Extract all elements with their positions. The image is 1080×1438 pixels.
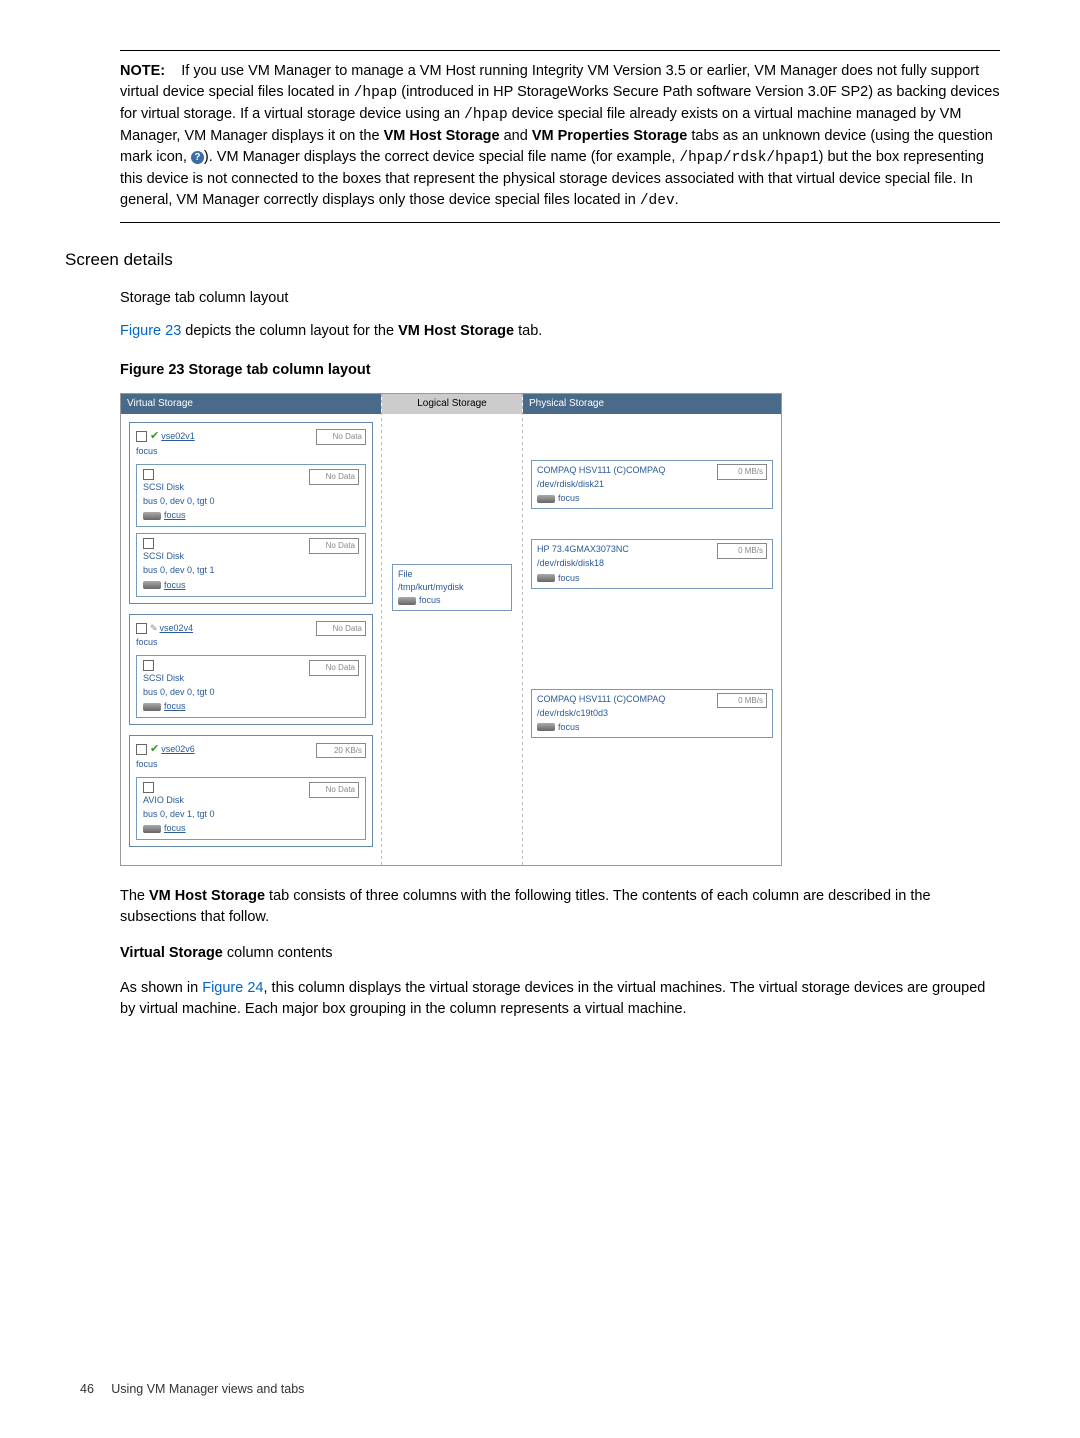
disk-box: SCSI Diskbus 0, dev 0, tgt 1 focus No Dat… xyxy=(136,533,366,596)
focus-link[interactable]: focus xyxy=(558,493,580,503)
disk-type: SCSI Disk xyxy=(143,550,215,563)
physical-disk-box: COMPAQ HSV111 (C)COMPAQ/dev/rdsk/c19t0d3… xyxy=(531,689,773,738)
vm-group: ✔vse02v6 20 KB/s focus AVIO Diskbus 0, d… xyxy=(129,735,373,847)
after-fig-bold: VM Host Storage xyxy=(149,888,265,904)
focus-link[interactable]: focus xyxy=(136,758,366,771)
phys-title: HP 73.4GMAX3073NC xyxy=(537,543,629,556)
vm-props-storage-bold: VM Properties Storage xyxy=(532,128,688,144)
disk-location: bus 0, dev 0, tgt 1 xyxy=(143,564,215,577)
disk-location: bus 0, dev 1, tgt 0 xyxy=(143,808,215,821)
virtual-storage-heading-rest: column contents xyxy=(223,945,333,961)
page-number: 46 xyxy=(80,1382,94,1396)
note-text-8: . xyxy=(675,192,679,208)
page-footer: 46 Using VM Manager views and tabs xyxy=(80,1380,304,1398)
question-mark-icon: ? xyxy=(191,151,204,164)
disk-location: bus 0, dev 0, tgt 0 xyxy=(143,495,215,508)
logical-file-box: File /tmp/kurt/mydisk focus xyxy=(392,564,512,611)
note-text-6: ). VM Manager displays the correct devic… xyxy=(204,149,679,165)
file-icon xyxy=(398,597,416,605)
vm-group: ✎vse02v4 No Data focus SCSI Diskbus 0, d… xyxy=(129,614,373,726)
rate-badge: 0 MB/s xyxy=(717,693,767,709)
focus-link[interactable]: focus xyxy=(558,722,580,732)
physical-disk-box: COMPAQ HSV111 (C)COMPAQ/dev/rdisk/disk21… xyxy=(531,460,773,509)
disk-type: SCSI Disk xyxy=(143,481,215,494)
fig-line-2: depicts the column layout for the xyxy=(181,323,398,339)
no-data-badge: No Data xyxy=(309,538,359,554)
figure-23-caption: Figure 23 Storage tab column layout xyxy=(120,360,1000,381)
virtual-storage-heading-bold: Virtual Storage xyxy=(120,945,223,961)
disk-box: SCSI Diskbus 0, dev 0, tgt 0 focus No Dat… xyxy=(136,655,366,718)
no-data-badge: No Data xyxy=(316,429,366,445)
note-label: NOTE: xyxy=(120,63,165,79)
focus-link[interactable]: focus xyxy=(136,636,366,649)
note-mono-1: /hpap xyxy=(354,85,398,101)
logical-title: File xyxy=(398,568,506,581)
disk-icon xyxy=(143,825,161,833)
vm-name-link[interactable]: vse02v1 xyxy=(161,431,195,441)
physical-disk-box: HP 73.4GMAX3073NC/dev/rdisk/disk18focus … xyxy=(531,539,773,588)
check-icon: ✔ xyxy=(150,743,159,755)
focus-link[interactable]: focus xyxy=(164,510,186,520)
footer-text: Using VM Manager views and tabs xyxy=(111,1382,304,1396)
pencil-icon: ✎ xyxy=(150,623,158,633)
phys-path: /dev/rdisk/disk21 xyxy=(537,478,665,491)
no-data-badge: No Data xyxy=(309,660,359,676)
no-data-badge: No Data xyxy=(309,782,359,798)
disk-icon xyxy=(143,581,161,589)
storage-tab-col-layout-heading: Storage tab column layout xyxy=(120,288,1000,309)
vm-group: ✔vse02v1 No Data focus SCSI Diskbus 0, d… xyxy=(129,422,373,603)
note-block: NOTE: If you use VM Manager to manage a … xyxy=(120,50,1000,223)
phys-path: /dev/rdisk/disk18 xyxy=(537,557,629,570)
phys-title: COMPAQ HSV111 (C)COMPAQ xyxy=(537,464,665,477)
vm-host-storage-bold: VM Host Storage xyxy=(384,128,500,144)
disk-icon xyxy=(143,512,161,520)
phys-path: /dev/rdsk/c19t0d3 xyxy=(537,707,665,720)
disk-box: SCSI Diskbus 0, dev 0, tgt 0 focus No Dat… xyxy=(136,464,366,527)
disk-type: SCSI Disk xyxy=(143,672,215,685)
disk-icon xyxy=(537,723,555,731)
focus-link[interactable]: focus xyxy=(558,573,580,583)
focus-link[interactable]: focus xyxy=(164,580,186,590)
disk-type: AVIO Disk xyxy=(143,794,215,807)
fig-bold: VM Host Storage xyxy=(398,323,514,339)
last-p1: As shown in xyxy=(120,980,202,996)
no-data-badge: No Data xyxy=(316,621,366,637)
rate-badge: 20 KB/s xyxy=(316,743,366,759)
rate-badge: 0 MB/s xyxy=(717,543,767,559)
note-mono-2: /hpap xyxy=(464,107,508,123)
figure-24-link[interactable]: Figure 24 xyxy=(202,980,263,996)
after-fig-1a: The xyxy=(120,888,149,904)
note-text-4: and xyxy=(500,128,532,144)
logical-path: /tmp/kurt/mydisk xyxy=(398,581,506,594)
col-header-virtual: Virtual Storage xyxy=(121,394,381,415)
check-icon: ✔ xyxy=(150,430,159,442)
disk-icon xyxy=(143,703,161,711)
focus-link[interactable]: focus xyxy=(136,445,366,458)
screen-details-heading: Screen details xyxy=(65,248,1000,273)
col-header-logical: Logical Storage xyxy=(382,394,522,415)
note-mono-3: /hpap/rdsk/hpap1 xyxy=(679,150,818,166)
note-mono-4: /dev xyxy=(640,193,675,209)
disk-box: AVIO Diskbus 0, dev 1, tgt 0 focus No Dat… xyxy=(136,777,366,840)
col-header-physical: Physical Storage xyxy=(523,394,781,415)
no-data-badge: No Data xyxy=(309,469,359,485)
fig-line-3: tab. xyxy=(514,323,542,339)
disk-icon xyxy=(537,574,555,582)
phys-title: COMPAQ HSV111 (C)COMPAQ xyxy=(537,693,665,706)
vm-name-link[interactable]: vse02v6 xyxy=(161,744,195,754)
focus-link[interactable]: focus xyxy=(419,595,441,605)
figure-23-link[interactable]: Figure 23 xyxy=(120,323,181,339)
vm-name-link[interactable]: vse02v4 xyxy=(160,623,194,633)
focus-link[interactable]: focus xyxy=(164,823,186,833)
disk-location: bus 0, dev 0, tgt 0 xyxy=(143,686,215,699)
figure-23-image: Virtual Storage ✔vse02v1 No Data focus S… xyxy=(120,393,1000,867)
disk-icon xyxy=(537,495,555,503)
rate-badge: 0 MB/s xyxy=(717,464,767,480)
focus-link[interactable]: focus xyxy=(164,701,186,711)
